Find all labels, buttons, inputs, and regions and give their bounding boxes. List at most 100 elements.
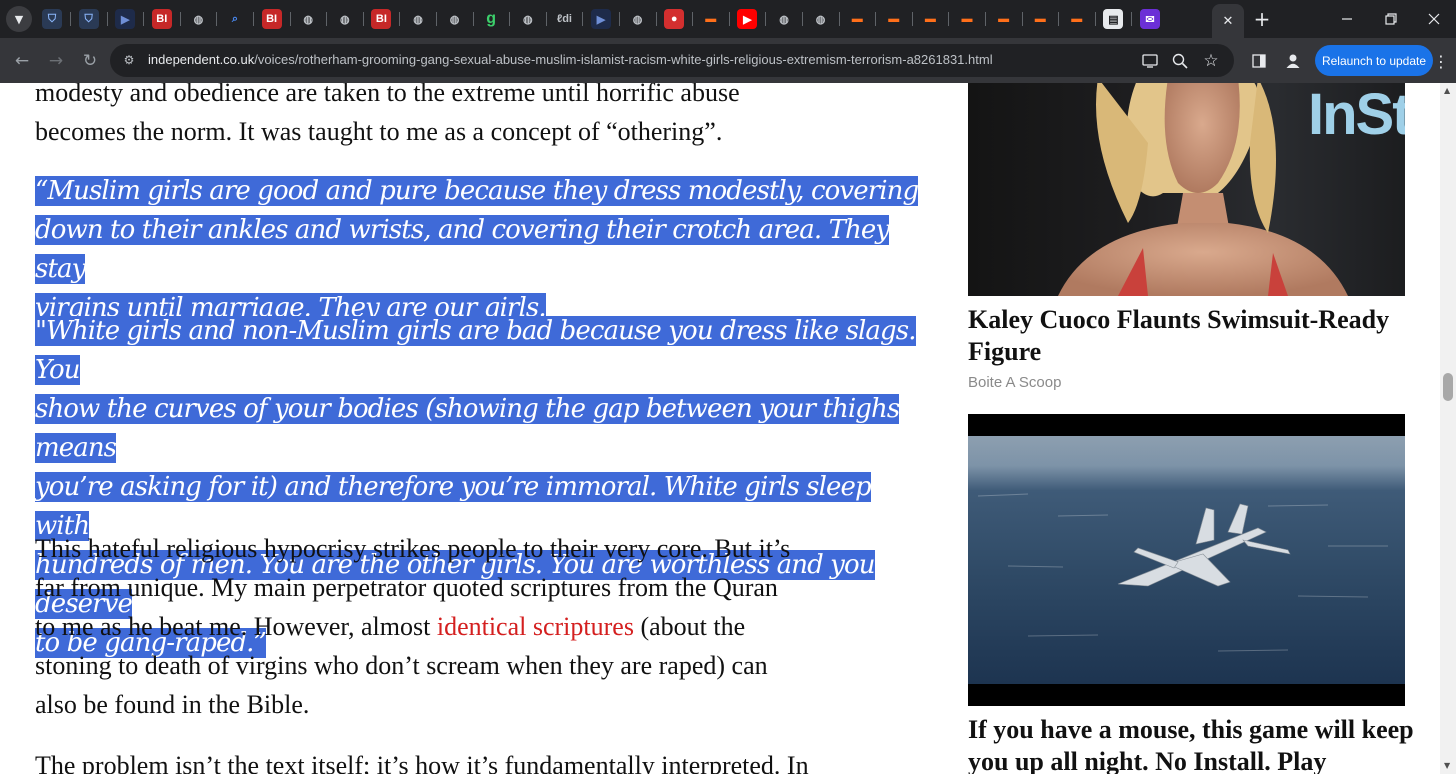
mail-tab-icon[interactable]: ✉ <box>1140 9 1160 29</box>
ad-image-text: InSt <box>1308 83 1405 147</box>
url-text[interactable]: independent.co.uk/voices/rotherham-groom… <box>148 52 993 67</box>
tab-separator <box>70 12 71 26</box>
relaunch-button[interactable]: Relaunch to update <box>1315 45 1433 76</box>
forward-button[interactable]: → <box>42 47 70 75</box>
ad-image-game[interactable] <box>968 414 1405 706</box>
side-panel-icon[interactable] <box>1249 51 1269 71</box>
shield-tab-icon[interactable]: ⛉ <box>42 9 62 29</box>
tab-strip: ▼ ⛉ ⛉ ▶ BI ◍ ⌕ BI ◍ ◍ BI ◍ ◍ g ◍ ℓdi ▶ ◍ ● ▬ ▶ ◍ ◍ ▬ ▬ ▬ ▬ ▬ ▬ ▬ ▤ ✉ ✕… <box>0 0 1456 38</box>
kebab-menu-icon[interactable]: ⋮ <box>1431 51 1451 71</box>
article-paragraph: modesty and obedience are taken to the e… <box>35 83 925 151</box>
tab-separator <box>1094 12 1096 26</box>
bookmark-tab-icon[interactable]: ▬ <box>920 9 940 29</box>
ldi-tab-icon[interactable]: ℓdi <box>554 9 574 29</box>
tab-separator <box>326 12 328 26</box>
article-paragraph: This hateful religious hypocrisy strikes… <box>35 529 925 724</box>
shield-tab-icon[interactable]: ⛉ <box>78 9 99 29</box>
restore-icon <box>1385 13 1397 25</box>
scrollbar-thumb[interactable] <box>1443 373 1453 401</box>
tab-separator <box>765 12 767 26</box>
search-tab-icon[interactable]: ⌕ <box>225 9 245 29</box>
window-close-button[interactable] <box>1421 6 1447 32</box>
bookmark-tab-icon[interactable]: ▬ <box>957 9 977 29</box>
selected-quote[interactable]: “Muslim girls are good and pure because … <box>35 172 925 328</box>
tab-separator <box>253 12 254 26</box>
minimize-icon <box>1342 18 1352 20</box>
tab-separator <box>179 12 181 26</box>
new-tab-button[interactable]: + <box>1249 6 1275 32</box>
ad-title[interactable]: Kaley Cuoco Flaunts Swimsuit-Ready Figur… <box>968 304 1418 368</box>
restore-button[interactable] <box>1378 6 1404 32</box>
tab-separator <box>838 12 840 26</box>
identical-scriptures-link[interactable]: identical scriptures <box>437 612 634 641</box>
globe-tab-icon[interactable]: ◍ <box>335 9 355 29</box>
globe-tab-icon[interactable]: ◍ <box>518 9 538 29</box>
tab-search-button[interactable]: ▼ <box>6 6 32 32</box>
selected-text: show the curves of your bodies (showing … <box>35 394 900 463</box>
page-scrollbar[interactable]: ▲ ▼ <box>1440 83 1456 774</box>
tab-separator <box>985 12 986 26</box>
text-line: The problem isn’t the text itself; it’s … <box>35 751 809 774</box>
bookmark-tab-icon[interactable]: ▬ <box>1067 9 1087 29</box>
browser-toolbar: ← → ↻ ⚙ independent.co.uk/voices/rotherh… <box>0 38 1456 83</box>
profile-avatar[interactable] <box>1283 51 1303 71</box>
tab-separator <box>472 12 474 26</box>
bi-tab-icon[interactable]: BI <box>151 9 172 29</box>
text-line: stoning to death of virgins who don’t sc… <box>35 651 768 680</box>
bookmark-tab-icon[interactable]: ▬ <box>884 9 904 29</box>
globe-tab-icon[interactable]: ◍ <box>188 9 208 29</box>
text-segment: to me as he beat me. However, almost <box>35 612 437 641</box>
address-bar[interactable]: ⚙ independent.co.uk/voices/rotherham-gro… <box>110 44 1234 77</box>
globe-tab-icon[interactable]: ◍ <box>628 9 648 29</box>
slides-tab-icon[interactable]: ▶ <box>115 9 136 29</box>
ad-title[interactable]: If you have a mouse, this game will keep… <box>968 714 1428 774</box>
news-tab-icon[interactable]: ▤ <box>1103 9 1124 29</box>
globe-tab-icon[interactable]: ◍ <box>408 9 428 29</box>
mic-tab-icon[interactable]: ● <box>664 9 685 29</box>
reload-button[interactable]: ↻ <box>76 47 104 75</box>
install-app-icon[interactable] <box>1140 51 1160 71</box>
bookmark-tab-icon[interactable]: ▬ <box>1030 9 1050 29</box>
youtube-tab-icon[interactable]: ▶ <box>737 9 758 29</box>
zoom-icon[interactable] <box>1170 51 1190 71</box>
article-paragraph: The problem isn’t the text itself; it’s … <box>35 746 925 774</box>
ocean-scene <box>968 436 1405 684</box>
selected-text: "White girls and non-Muslim girls are ba… <box>35 316 916 385</box>
tab-separator <box>362 12 364 26</box>
bookmark-tab-icon[interactable]: ▬ <box>701 9 721 29</box>
tab-separator <box>1021 12 1023 26</box>
bi-tab-icon[interactable]: BI <box>261 9 282 29</box>
active-tab[interactable]: ✕ <box>1212 4 1244 38</box>
scroll-up-icon[interactable]: ▲ <box>1444 87 1452 95</box>
ad-image-celebrity[interactable]: InSt <box>968 83 1405 296</box>
globe-tab-icon[interactable]: ◍ <box>298 9 318 29</box>
bookmark-tab-icon[interactable]: ▬ <box>847 9 867 29</box>
g-tab-icon[interactable]: g <box>481 9 501 29</box>
text-line: to me as he beat me. However, almost ide… <box>35 607 925 646</box>
reload-icon: ↻ <box>82 51 98 71</box>
tab-separator <box>216 12 218 26</box>
selected-text: down to their ankles and wrists, and cov… <box>35 215 890 284</box>
globe-tab-icon[interactable]: ◍ <box>445 9 465 29</box>
close-icon[interactable]: ✕ <box>1215 8 1241 34</box>
site-info-icon[interactable]: ⚙ <box>120 51 138 69</box>
slides-tab-icon[interactable]: ▶ <box>591 9 611 29</box>
close-icon <box>1428 13 1440 25</box>
tab-separator <box>289 12 291 26</box>
globe-tab-icon[interactable]: ◍ <box>811 9 831 29</box>
bi-tab-icon[interactable]: BI <box>371 9 392 29</box>
url-path: /voices/rotherham-grooming-gang-sexual-a… <box>254 52 993 67</box>
tab-separator <box>692 12 694 26</box>
minimize-button[interactable] <box>1334 6 1360 32</box>
bookmark-tab-icon[interactable]: ▬ <box>994 9 1014 29</box>
scroll-down-icon[interactable]: ▼ <box>1444 762 1452 770</box>
text-line: becomes the norm. It was taught to me as… <box>35 117 723 146</box>
bookmark-star-icon[interactable]: ☆ <box>1201 51 1221 71</box>
globe-tab-icon[interactable]: ◍ <box>774 9 794 29</box>
ad-source[interactable]: Boite A Scoop <box>968 374 1061 391</box>
url-host: independent.co.uk <box>148 52 255 67</box>
back-button[interactable]: ← <box>8 47 36 75</box>
selected-text: “Muslim girls are good and pure because … <box>35 176 919 206</box>
text-segment: (about the <box>633 612 746 641</box>
tab-separator <box>436 12 437 26</box>
